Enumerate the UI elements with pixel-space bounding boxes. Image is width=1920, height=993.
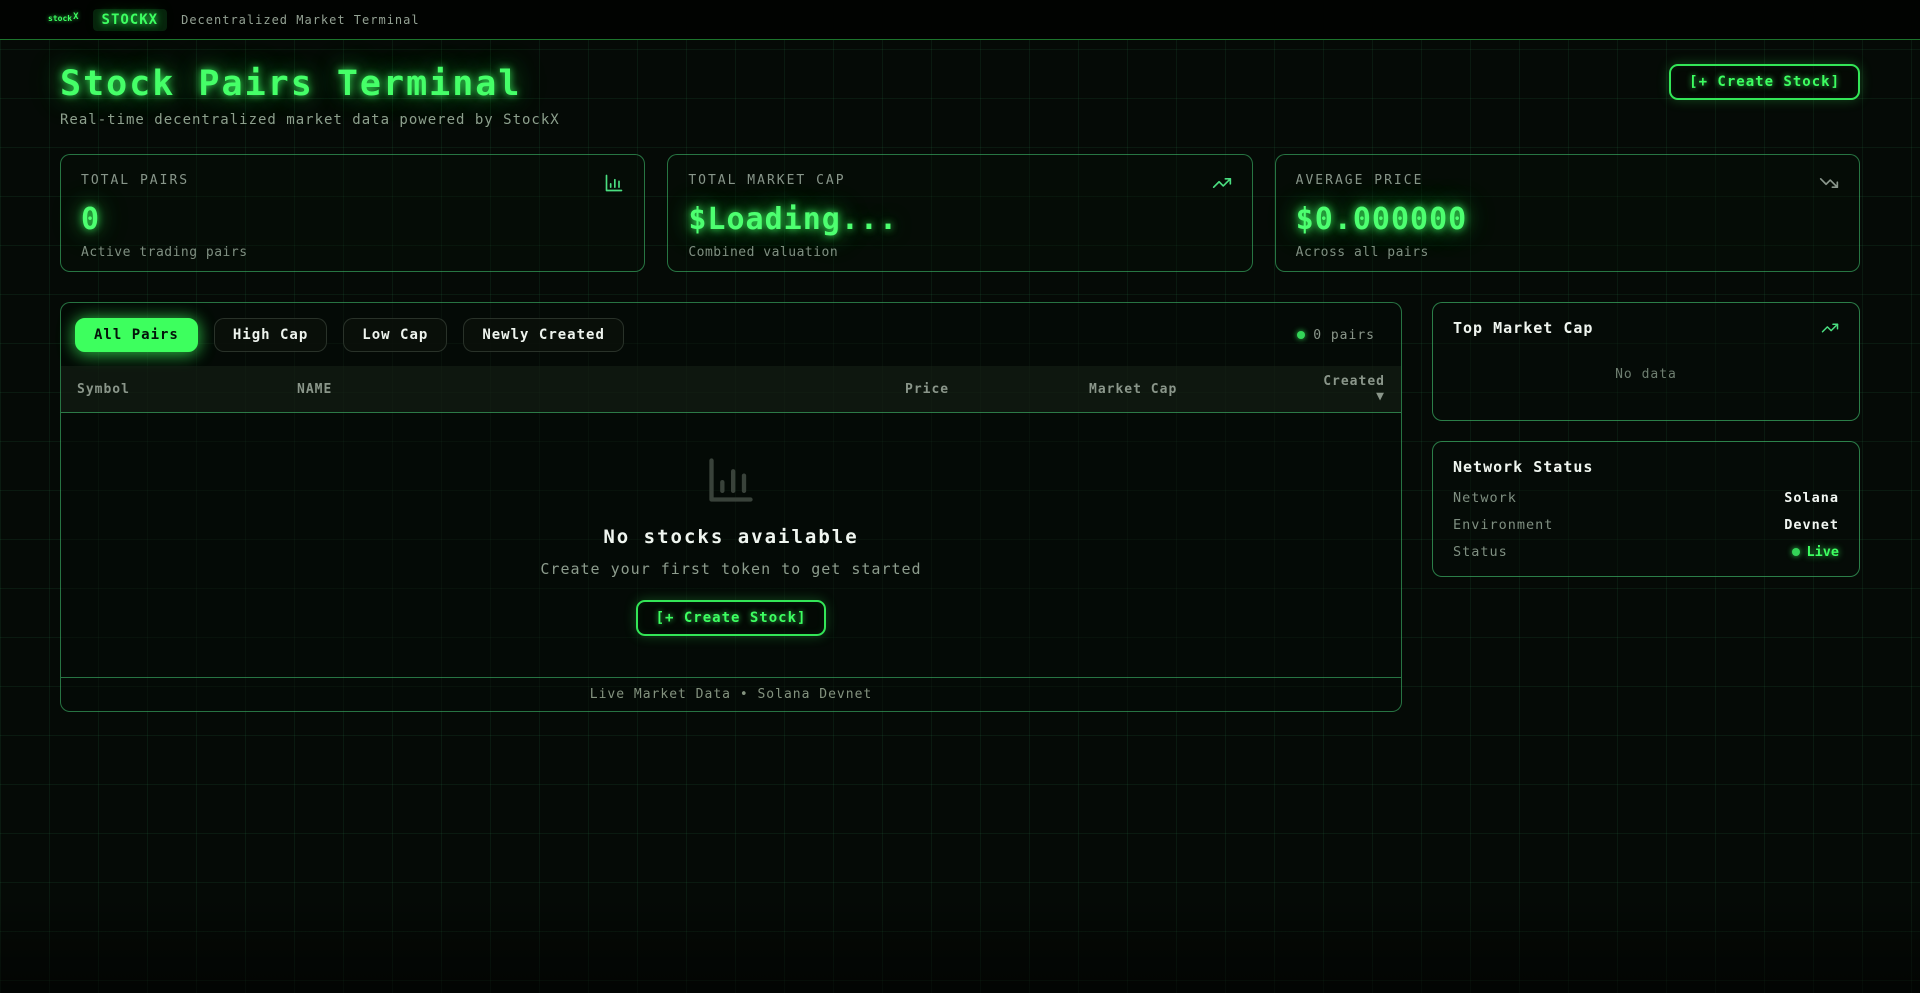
tab-low-cap[interactable]: Low Cap bbox=[343, 318, 447, 352]
sidebar: Top Market Cap No data Network Status Ne… bbox=[1432, 302, 1860, 577]
table-header: Symbol NAME Price Market Cap Created ▼ bbox=[61, 366, 1401, 413]
column-header-name[interactable]: NAME bbox=[297, 382, 905, 397]
logo-x: X bbox=[73, 13, 78, 22]
empty-create-stock-button[interactable]: [+ Create Stock] bbox=[636, 600, 827, 636]
panel-footer: Live Market Data • Solana Devnet bbox=[61, 677, 1401, 711]
empty-state-title: No stocks available bbox=[603, 526, 858, 548]
stockx-logo-icon: stockX bbox=[48, 15, 79, 24]
stat-label: TOTAL MARKET CAP bbox=[688, 173, 845, 188]
logo-text: stock bbox=[48, 15, 72, 23]
stat-sub: Combined valuation bbox=[688, 245, 1231, 260]
column-header-price[interactable]: Price bbox=[905, 382, 1089, 397]
column-header-symbol[interactable]: Symbol bbox=[77, 382, 297, 397]
column-header-created[interactable]: Created ▼ bbox=[1315, 374, 1385, 404]
tab-newly-created[interactable]: Newly Created bbox=[463, 318, 624, 352]
brand-badge: STOCKX bbox=[93, 9, 168, 31]
network-row: Network Solana bbox=[1453, 490, 1839, 506]
tab-all-pairs[interactable]: All Pairs bbox=[75, 318, 198, 352]
bar-chart-icon bbox=[604, 173, 624, 193]
network-status-title: Network Status bbox=[1453, 458, 1839, 476]
trending-down-icon bbox=[1819, 173, 1839, 193]
stat-card-total-pairs: TOTAL PAIRS 0 Active trading pairs bbox=[60, 154, 645, 272]
stat-sub: Across all pairs bbox=[1296, 245, 1839, 260]
stat-label: TOTAL PAIRS bbox=[81, 173, 189, 188]
page-subtitle: Real-time decentralized market data powe… bbox=[60, 112, 560, 128]
stat-value: $0.000000 bbox=[1296, 202, 1839, 237]
pairs-count-badge: 0 pairs bbox=[1297, 328, 1375, 343]
status-dot-icon bbox=[1297, 331, 1305, 339]
stats-row: TOTAL PAIRS 0 Active trading pairs TOTAL… bbox=[60, 154, 1860, 272]
topbar: stockX STOCKX Decentralized Market Termi… bbox=[0, 0, 1920, 40]
empty-state: No stocks available Create your first to… bbox=[61, 413, 1401, 677]
top-market-cap-title: Top Market Cap bbox=[1453, 319, 1593, 337]
page-header: Stock Pairs Terminal Real-time decentral… bbox=[60, 64, 1860, 128]
stat-card-average-price: AVERAGE PRICE $0.000000 Across all pairs bbox=[1275, 154, 1860, 272]
stat-value: $Loading... bbox=[688, 202, 1231, 237]
pairs-count-label: 0 pairs bbox=[1313, 328, 1375, 343]
sort-desc-icon: ▼ bbox=[1376, 389, 1385, 404]
market-panel: All Pairs High Cap Low Cap Newly Created… bbox=[60, 302, 1402, 712]
trending-up-icon bbox=[1212, 173, 1232, 193]
top-market-cap-card: Top Market Cap No data bbox=[1432, 302, 1860, 421]
stat-label: AVERAGE PRICE bbox=[1296, 173, 1424, 188]
network-status-card: Network Status Network Solana Environmen… bbox=[1432, 441, 1860, 577]
trending-up-icon bbox=[1821, 319, 1839, 337]
no-data-label: No data bbox=[1453, 367, 1839, 382]
empty-state-subtitle: Create your first token to get started bbox=[540, 560, 921, 578]
create-stock-button[interactable]: [+ Create Stock] bbox=[1669, 64, 1860, 100]
live-status-badge: Live bbox=[1792, 544, 1839, 560]
live-dot-icon bbox=[1792, 548, 1800, 556]
environment-row: Environment Devnet bbox=[1453, 517, 1839, 533]
page-title: Stock Pairs Terminal bbox=[60, 64, 560, 104]
stat-card-total-market-cap: TOTAL MARKET CAP $Loading... Combined va… bbox=[667, 154, 1252, 272]
stat-value: 0 bbox=[81, 202, 624, 237]
bar-chart-empty-icon bbox=[705, 454, 757, 506]
stat-sub: Active trading pairs bbox=[81, 245, 624, 260]
column-header-market-cap[interactable]: Market Cap bbox=[1089, 382, 1315, 397]
topbar-subtitle: Decentralized Market Terminal bbox=[181, 13, 420, 27]
tab-high-cap[interactable]: High Cap bbox=[214, 318, 327, 352]
tabs-bar: All Pairs High Cap Low Cap Newly Created… bbox=[61, 303, 1401, 366]
status-row: Status Live bbox=[1453, 544, 1839, 560]
